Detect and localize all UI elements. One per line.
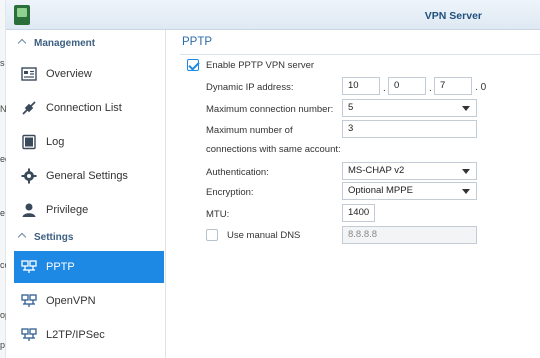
authentication-value: MS-CHAP v2 (348, 165, 405, 176)
authentication-label: Authentication: (206, 167, 269, 178)
sidebar-item-label: Overview (46, 68, 92, 80)
sidebar-item-general-settings[interactable]: General Settings (14, 160, 164, 192)
sidebar-item-label: General Settings (46, 170, 128, 182)
enable-pptp-checkbox[interactable] (187, 59, 199, 71)
background-text-fragment: e (0, 208, 6, 218)
sidebar-item-label: PPTP (46, 261, 75, 273)
log-icon (22, 134, 36, 150)
sidebar-item-label: Privilege (46, 204, 89, 216)
sidebar-item-privilege[interactable]: Privilege (14, 194, 164, 226)
section-label: Settings (34, 232, 74, 243)
sidebar-item-label: L2TP/IPSec (46, 329, 105, 341)
user-icon (22, 203, 36, 217)
chevron-up-icon (17, 38, 27, 48)
max-connection-value: 5 (348, 102, 354, 113)
manual-dns-label: Use manual DNS (227, 230, 301, 241)
section-header-settings[interactable]: Settings (6, 228, 166, 248)
sidebar-item-label: OpenVPN (46, 295, 96, 307)
sidebar-item-openvpn[interactable]: OpenVPN (14, 285, 164, 317)
sidebar-item-pptp[interactable]: PPTP (14, 251, 164, 283)
dynamic-ip-octet-4: . 0 (475, 82, 487, 93)
background-text-fragment: s (0, 58, 5, 68)
section-header-management[interactable]: Management (6, 34, 166, 54)
dynamic-ip-octet-3[interactable]: 7 (434, 77, 472, 95)
max-same-account-label-line-2: connections with same account: (206, 144, 341, 155)
mtu-label: MTU: (206, 209, 230, 220)
window-title: VPN Server (424, 10, 482, 22)
settings-panel: PPTP Enable PPTP VPN server Dynamic IP a… (166, 30, 540, 358)
sidebar: Management Overview Connection List Log (6, 30, 166, 358)
network-icon (21, 328, 37, 341)
chevron-down-icon (462, 106, 470, 111)
plug-icon (22, 101, 36, 115)
background-text-fragment: p (0, 340, 6, 350)
sidebar-item-label: Log (46, 136, 65, 148)
overview-icon (21, 67, 37, 81)
authentication-select[interactable]: MS-CHAP v2 (342, 162, 477, 180)
sidebar-item-connection-list[interactable]: Connection List (14, 92, 164, 124)
dynamic-ip-octet-1[interactable]: 10 (342, 77, 380, 95)
ip-dot-separator: . (383, 83, 386, 94)
dynamic-ip-octet-2[interactable]: 0 (388, 77, 426, 95)
gear-icon (21, 168, 37, 184)
sidebar-item-log[interactable]: Log (14, 126, 164, 158)
ip-dot-separator: . (429, 83, 432, 94)
max-connection-select[interactable]: 5 (342, 99, 477, 117)
network-icon (21, 260, 37, 273)
chevron-up-icon (17, 232, 27, 242)
dynamic-ip-label: Dynamic IP address: (206, 82, 294, 93)
manual-dns-checkbox[interactable] (206, 229, 218, 241)
max-connection-label: Maximum connection number: (206, 104, 334, 115)
enable-pptp-label: Enable PPTP VPN server (206, 60, 315, 71)
chevron-down-icon (462, 189, 470, 194)
sidebar-item-label: Connection List (46, 102, 122, 114)
mtu-input[interactable]: 1400 (342, 204, 375, 222)
window-titlebar[interactable]: VPN Server (6, 0, 540, 30)
network-icon (21, 294, 37, 307)
sidebar-item-l2tp-ipsec[interactable]: L2TP/IPSec (14, 319, 164, 351)
encryption-label: Encryption: (206, 187, 254, 198)
encryption-value: Optional MPPE (348, 185, 413, 196)
chevron-down-icon (462, 169, 470, 174)
encryption-select[interactable]: Optional MPPE (342, 182, 477, 200)
dynamic-ip-octet-4-value: 0 (480, 82, 487, 93)
manual-dns-input[interactable]: 8.8.8.8 (342, 226, 477, 244)
divider (180, 54, 540, 55)
sidebar-item-overview[interactable]: Overview (14, 58, 164, 90)
max-same-account-label-line-1: Maximum number of (206, 125, 293, 136)
section-label: Management (34, 38, 96, 49)
max-same-account-input[interactable]: 3 (342, 120, 477, 138)
panel-title: PPTP (182, 36, 213, 48)
